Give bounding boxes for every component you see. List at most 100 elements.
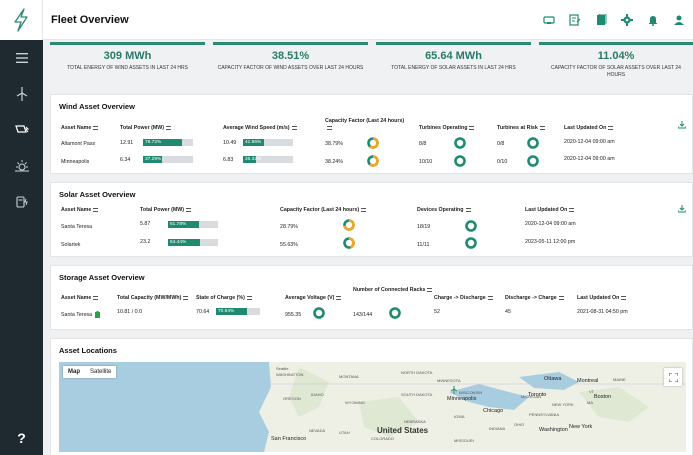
column-header[interactable]: Total Power (MW) [120,125,172,132]
sort-icon [93,207,99,212]
settings-button[interactable] [619,12,635,28]
sidebar-item-wind[interactable] [0,76,43,112]
column-header[interactable]: Turbines Operating [419,125,475,132]
asset-name[interactable]: Santa Teresa [61,224,92,230]
card-title: Wind Asset Overview [59,102,135,111]
user-icon [674,15,684,25]
download-icon[interactable] [678,205,686,213]
map-label: NEVADA [309,428,326,433]
last-updated: 2023-05-11 12:00 pm [525,239,576,245]
devices-operating: 18/19 [417,224,431,230]
voltage-donut [313,307,325,319]
notifications-button[interactable] [645,12,661,28]
map-label: Seattle [276,366,289,371]
sort-icon [246,295,252,300]
sidebar-item-storage[interactable] [0,184,43,220]
kpi-strip: 309 MWh TOTAL ENERGY OF WIND ASSETS IN L… [50,42,693,86]
map-label: MAINE [613,377,626,382]
column-header[interactable]: Capacity Factor (Last 24 hours) [280,207,367,214]
column-header[interactable]: Asset Name [61,295,99,302]
menu-button[interactable] [0,40,43,76]
sort-icon [469,125,475,130]
map-tab[interactable]: Map [63,366,85,378]
bar-text: 41.96% [245,140,262,145]
column-header[interactable]: Total Capacity (MW/MWh) [117,295,189,302]
satellite-tab[interactable]: Satellite [85,366,116,378]
column-header[interactable]: Last Updated On [525,207,575,214]
sort-icon [558,295,564,300]
top-icons [541,12,687,28]
sidebar-item-sun[interactable] [0,148,43,184]
total-capacity: 10.81 / 0.0 [117,309,143,315]
column-header[interactable]: Asset Name [61,207,99,214]
sort-icon [569,207,575,212]
turbines-at-risk: 0/10 [497,159,508,165]
column-header[interactable]: Turbines at Risk [497,125,545,132]
column-header[interactable]: Average Voltage (V) [285,295,342,302]
map-label: MISSOURI [454,438,474,443]
sort-icon [487,295,493,300]
document-button[interactable] [593,12,609,28]
bar-text: 37.29% [145,157,162,162]
wind-turbine-icon [16,87,27,101]
column-header[interactable]: Asset Name [61,125,99,132]
fullscreen-button[interactable] [664,368,682,386]
main-content: 309 MWh TOTAL ENERGY OF WIND ASSETS IN L… [43,40,693,455]
asset-name[interactable]: Solartek [61,242,80,248]
turbines-operating: 10/10 [419,159,433,165]
map-view[interactable]: Map Satellite Seattle WASHINGTON MONTANA… [59,362,686,452]
column-header[interactable]: Discharge -> Charge [505,295,564,302]
asset-name[interactable]: Santa Teresa [61,311,100,318]
map-label: Chicago [483,408,504,414]
help-button[interactable]: ? [0,421,43,455]
gear-icon [621,14,633,26]
last-updated: 2020-12-04 09:00 am [564,139,615,145]
column-header[interactable]: Number of Connected Racks [353,287,433,294]
link-button[interactable] [541,12,557,28]
total-power: 12.91 [120,140,134,146]
fullscreen-icon [668,372,678,382]
column-header[interactable]: Capacity Factor (Last 24 hours) [325,118,405,132]
last-updated: 2020-12-04 09:00 am [564,156,615,162]
column-header[interactable]: Devices Operating [417,207,471,214]
column-header[interactable]: Last Updated On [564,125,614,132]
donut-track [527,137,539,149]
capacity-donut [343,237,355,249]
asset-name[interactable]: Minneapolis [61,159,89,165]
wind-asset-marker-icon[interactable] [451,386,457,394]
link-icon [543,16,555,24]
capacity-donut [343,219,355,231]
page-title: Fleet Overview [51,13,129,26]
card-title: Solar Asset Overview [59,190,136,199]
solar-panel-icon [14,125,29,133]
sidebar-item-solar[interactable] [0,112,43,148]
bar-text: 26.32% [245,157,262,162]
discharge-to-charge: 45 [505,309,511,315]
user-button[interactable] [671,12,687,28]
download-icon[interactable] [678,121,686,129]
map-label: Ottawa [544,376,562,382]
asset-name[interactable]: Altamont Pass [61,141,95,147]
map-label: WISCONSIN [459,390,483,395]
app-logo[interactable] [0,0,43,40]
power-bar: 37.29% [143,156,193,163]
column-header[interactable]: State of Charge (%) [196,295,252,302]
bar-text: 78.72% [145,140,162,145]
sort-icon [539,125,545,130]
column-header[interactable]: Average Wind Speed (m/s) [223,125,297,132]
operating-donut [454,155,466,167]
checklist-button[interactable] [567,12,583,28]
power-bar: 61.78% [168,221,218,228]
solar-asset-card: Solar Asset Overview Asset Name Total Po… [50,182,693,257]
capacity-factor: 38.79% [325,141,343,147]
kpi-label: CAPACITY FACTOR OF SOLAR ASSETS OVER LAS… [551,65,681,78]
risk-donut [527,155,539,167]
kpi-value: 11.04% [597,50,635,62]
column-header[interactable]: Total Power (MW) [140,207,192,214]
map-label: Boston [594,394,612,400]
map-label: MONTANA [339,374,359,379]
sidebar: ? [0,0,43,455]
column-header[interactable]: Last Updated On [577,295,627,302]
column-header[interactable]: Charge -> Discharge [434,295,493,302]
total-power: 5.87 [140,221,151,227]
